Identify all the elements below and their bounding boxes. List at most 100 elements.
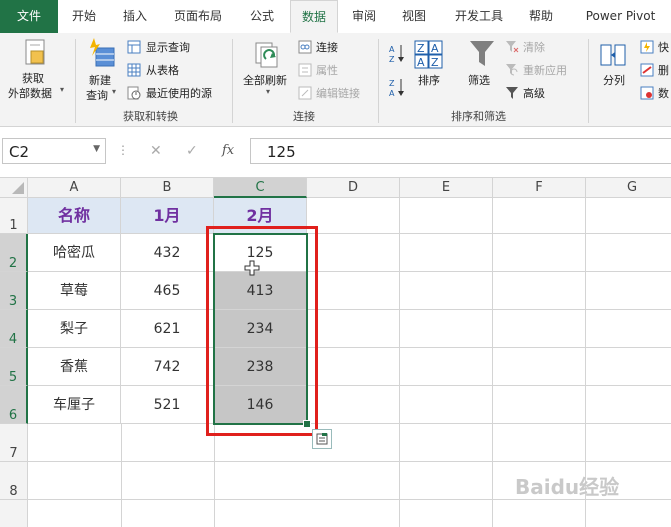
cell-a1[interactable]: 名称 (28, 198, 121, 234)
row-header-5[interactable]: 5 (0, 348, 28, 386)
flash-fill-icon[interactable] (640, 39, 654, 58)
cell-b5[interactable]: 742 (121, 348, 214, 386)
chevron-down-icon[interactable]: ▾ (60, 85, 64, 94)
text-to-columns-label[interactable]: 分列 (603, 72, 625, 88)
cell-c3[interactable]: 413 (214, 272, 307, 310)
cell-a2[interactable]: 哈密瓜 (28, 234, 121, 272)
from-table-icon[interactable] (127, 62, 141, 81)
cancel-icon[interactable]: ✕ (150, 143, 162, 159)
cell-c2[interactable]: 125 (214, 234, 307, 272)
tab-view[interactable]: 视图 (388, 0, 440, 33)
cell-b6[interactable]: 521 (121, 386, 214, 424)
insert-function-icon[interactable]: fx (222, 143, 234, 158)
svg-text:Z: Z (417, 42, 425, 55)
row-header-1[interactable]: 1 (0, 198, 28, 234)
refresh-all-icon[interactable] (252, 39, 282, 73)
sort-label[interactable]: 排序 (418, 72, 440, 88)
row-header-9[interactable] (0, 500, 28, 527)
recent-sources-icon[interactable] (127, 85, 141, 104)
chevron-down-icon[interactable]: ▾ (112, 87, 116, 96)
tab-data[interactable]: 数据 (290, 0, 338, 33)
new-query-label-2[interactable]: 查询 (86, 87, 108, 103)
worksheet-grid[interactable]: A B C D E F G 1 2 3 4 5 6 7 8 名称 1月 2月 哈… (0, 177, 671, 527)
from-table-label[interactable]: 从表格 (146, 62, 179, 78)
tab-review[interactable]: 审阅 (340, 0, 388, 33)
column-header-f[interactable]: F (493, 178, 586, 198)
get-external-data-label-1[interactable]: 获取 (22, 70, 44, 86)
cell-b2[interactable]: 432 (121, 234, 214, 272)
row-header-2[interactable]: 2 (0, 234, 28, 272)
show-query-label[interactable]: 显示查询 (146, 39, 190, 55)
cell-b1[interactable]: 1月 (121, 198, 214, 234)
data-validation-icon[interactable] (640, 85, 654, 104)
cell-c1[interactable]: 2月 (214, 198, 307, 234)
quick-analysis-button[interactable] (312, 429, 332, 449)
show-query-icon[interactable] (127, 39, 141, 58)
tab-page-layout[interactable]: 页面布局 (160, 0, 236, 33)
svg-text:Z: Z (389, 79, 395, 88)
row-header-4[interactable]: 4 (0, 310, 28, 348)
remove-duplicates-label[interactable]: 删 (658, 62, 669, 78)
tab-formulas[interactable]: 公式 (236, 0, 288, 33)
new-query-icon[interactable] (88, 38, 118, 74)
formula-value[interactable]: 125 (267, 143, 296, 161)
row-header-8[interactable]: 8 (0, 462, 28, 500)
formula-input[interactable]: 125 (250, 138, 671, 164)
get-external-data-icon[interactable] (23, 39, 49, 71)
cell-c5[interactable]: 238 (214, 348, 307, 386)
refresh-all-label[interactable]: 全部刷新 (243, 72, 287, 88)
fill-handle[interactable] (303, 420, 311, 428)
select-all-corner[interactable] (0, 178, 28, 198)
recent-sources-label[interactable]: 最近使用的源 (146, 85, 212, 101)
text-to-columns-icon[interactable] (600, 42, 628, 72)
sort-icon[interactable]: ZAAZ (414, 40, 444, 74)
cell-b3[interactable]: 465 (121, 272, 214, 310)
ribbon-separator (588, 39, 589, 123)
connections-icon[interactable] (298, 39, 312, 58)
flash-fill-label[interactable]: 快 (658, 39, 669, 55)
column-header-c[interactable]: C (214, 178, 307, 198)
filter-icon[interactable] (469, 40, 495, 72)
advanced-filter-icon[interactable] (505, 85, 519, 104)
clear-label: 清除 (523, 41, 545, 54)
filter-label[interactable]: 筛选 (468, 72, 490, 88)
column-header-e[interactable]: E (400, 178, 493, 198)
cell-c6[interactable]: 146 (214, 386, 307, 424)
get-external-data-label-2[interactable]: 外部数据 (8, 85, 52, 101)
tab-developer[interactable]: 开发工具 (442, 0, 516, 33)
name-box-value[interactable]: C2 (9, 143, 29, 161)
tab-help[interactable]: 帮助 (516, 0, 566, 33)
column-header-b[interactable]: B (121, 178, 214, 198)
edit-links-label: 编辑链接 (316, 87, 360, 100)
chevron-down-icon[interactable]: ▾ (266, 87, 270, 96)
cell-a4[interactable]: 梨子 (28, 310, 121, 348)
cell-a5[interactable]: 香蕉 (28, 348, 121, 386)
row-header-7[interactable]: 7 (0, 424, 28, 462)
new-query-label-1[interactable]: 新建 (89, 72, 111, 88)
name-box[interactable]: C2 ▼ (2, 138, 106, 164)
advanced-label[interactable]: 高级 (523, 85, 545, 101)
tab-file[interactable]: 文件 (0, 0, 58, 33)
row-header-3[interactable]: 3 (0, 272, 28, 310)
cell-b4[interactable]: 621 (121, 310, 214, 348)
enter-icon[interactable]: ✓ (186, 143, 198, 159)
row-header-6[interactable]: 6 (0, 386, 28, 424)
column-header-g[interactable]: G (586, 178, 671, 198)
row-number: 7 (9, 446, 18, 461)
sort-ascending-icon[interactable]: AZ (389, 43, 407, 67)
chevron-down-icon[interactable]: ▼ (93, 144, 100, 154)
tab-power-pivot[interactable]: Power Pivot (570, 0, 671, 33)
connections-label[interactable]: 连接 (316, 39, 338, 55)
column-header-d[interactable]: D (307, 178, 400, 198)
cell-a6[interactable]: 车厘子 (28, 386, 121, 424)
cell-a3[interactable]: 草莓 (28, 272, 121, 310)
remove-duplicates-icon[interactable] (640, 62, 654, 81)
tab-insert[interactable]: 插入 (110, 0, 160, 33)
more-options-icon[interactable]: ⋮ (117, 143, 129, 157)
tab-home[interactable]: 开始 (58, 0, 110, 33)
data-validation-label[interactable]: 数 (658, 85, 669, 101)
cell-c4[interactable]: 234 (214, 310, 307, 348)
column-header-a[interactable]: A (28, 178, 121, 198)
ribbon-separator (75, 39, 76, 123)
sort-descending-icon[interactable]: ZA (389, 77, 407, 101)
